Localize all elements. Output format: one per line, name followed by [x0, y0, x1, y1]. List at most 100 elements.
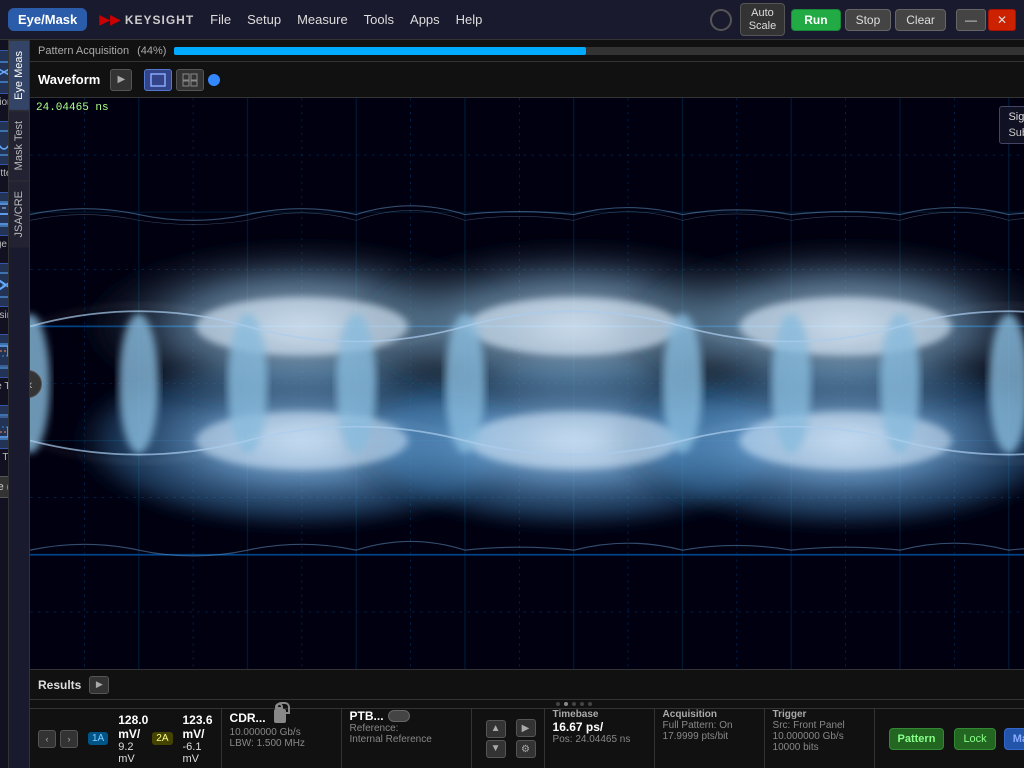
- status-acq-section: Acquisition Full Pattern: On 17.9999 pts…: [655, 709, 765, 768]
- content-area: Pattern Acquisition (44%) Waveform ▶: [30, 40, 1024, 768]
- pattern-button[interactable]: Pattern: [889, 728, 945, 750]
- waveform-title: Waveform: [38, 72, 100, 87]
- trigger-label: Trigger: [773, 709, 807, 720]
- dot-3: [572, 702, 576, 706]
- ch1-badge: 1A: [88, 732, 108, 745]
- dot-2: [564, 702, 568, 706]
- waveform-header: Waveform ▶: [30, 62, 1024, 98]
- sidebar-item-crossing-pct[interactable]: % Crossing %: [0, 259, 9, 326]
- status-cdr-section: CDR... 10.000000 Gb/s LBW: 1.500 MHz: [222, 709, 342, 768]
- signal-row: Sub[1A,2A]: [1008, 127, 1024, 139]
- status-ch-section: ‹ › 1A 128.0 mV/ 9.2 mV 2A 123.6 mV/ -6.…: [30, 709, 222, 768]
- wf-single-btn[interactable]: [144, 69, 172, 91]
- main-layout: -1/0 Extinction Ratio Jitter: [0, 40, 1024, 768]
- average-power-icon: [0, 192, 9, 236]
- autoscale-button[interactable]: Auto Scale: [740, 3, 786, 35]
- transport-up-button[interactable]: ▲: [486, 720, 506, 738]
- sidebar-item-average-power[interactable]: Average Power: [0, 188, 9, 255]
- tab-eye-meas[interactable]: Eye Meas: [9, 40, 29, 110]
- cdr-label: CDR...: [230, 711, 266, 725]
- status-timebase-section: Timebase 16.67 ps/ Pos: 24.04465 ns: [545, 709, 655, 768]
- menu-setup[interactable]: Setup: [247, 12, 281, 27]
- signals-header: Signals ▲: [1008, 111, 1024, 123]
- trigger-src: Src: Front Panel: [773, 720, 845, 731]
- status-ptb-section: PTB... Reference: Internal Reference: [342, 709, 472, 768]
- sidebar-item-jitter[interactable]: Jitter: [0, 117, 9, 184]
- signals-legend: Signals ▲ Sub[1A,2A]: [999, 106, 1024, 144]
- transport-extra-buttons: ▶ ⚙: [516, 719, 536, 758]
- sidebar: -1/0 Extinction Ratio Jitter: [0, 40, 9, 768]
- rise-time-icon: [0, 334, 9, 378]
- ptb-label: PTB...: [350, 709, 384, 723]
- fall-time-icon: [0, 405, 9, 449]
- ch2-v2: -6.1 mV: [183, 741, 213, 765]
- transport-down-button[interactable]: ▼: [486, 740, 506, 758]
- menu-file[interactable]: File: [210, 12, 231, 27]
- tabs-panel: Eye Meas Mask Test JSA/CRE: [9, 40, 30, 768]
- timebase-val: 16.67 ps/: [553, 720, 604, 734]
- run-button[interactable]: Run: [791, 9, 840, 31]
- app-logo[interactable]: Eye/Mask: [8, 8, 87, 31]
- sidebar-item-extinction-ratio[interactable]: -1/0 Extinction Ratio: [0, 46, 9, 113]
- menu-measure[interactable]: Measure: [297, 12, 348, 27]
- menu-help[interactable]: Help: [456, 12, 483, 27]
- wf-grid-btn[interactable]: [176, 69, 204, 91]
- results-bar: Results ▶ ⌃⌃ 📌: [30, 670, 1024, 700]
- pattern-acquisition-progress: [174, 47, 1024, 55]
- ptb-internal: Internal Reference: [350, 734, 432, 745]
- ptb-ref: Reference:: [350, 723, 399, 734]
- dot-5: [588, 702, 592, 706]
- ch2-values: 123.6 mV/ -6.1 mV: [183, 713, 213, 765]
- acq-mode: Full Pattern: On: [663, 720, 733, 731]
- extinction-ratio-icon: -1/0: [0, 50, 9, 94]
- menu-apps[interactable]: Apps: [410, 12, 440, 27]
- pattern-acquisition-pct: (44%): [137, 45, 166, 57]
- status-bar: ‹ › 1A 128.0 mV/ 9.2 mV 2A 123.6 mV/ -6.…: [30, 708, 1024, 768]
- crossing-pct-icon: %: [0, 263, 9, 307]
- ch-next-button[interactable]: ›: [60, 730, 78, 748]
- eye-diagram-canvas: [30, 98, 1024, 669]
- pattern-acquisition-label: Pattern Acquisition: [38, 45, 129, 57]
- more-button[interactable]: More (1/3): [0, 476, 9, 498]
- results-play-button[interactable]: ▶: [89, 676, 109, 694]
- trigger-bits: 10000 bits: [773, 742, 819, 753]
- stop-button[interactable]: Stop: [845, 9, 892, 31]
- wf-dot-indicator: [208, 74, 220, 86]
- trigger-gbps: 10.000000 Gb/s: [773, 731, 844, 742]
- tab-mask-test[interactable]: Mask Test: [9, 110, 29, 180]
- waveform-display: 24.04465 ns Signals ▲ Sub[1A,2A] ◄ F1 ‹‹: [30, 98, 1024, 670]
- menu-tools[interactable]: Tools: [364, 12, 394, 27]
- timebase-label: Timebase: [553, 709, 599, 720]
- waveform-play-button[interactable]: ▶: [110, 69, 132, 91]
- status-trigger-section: Trigger Src: Front Panel 10.000000 Gb/s …: [765, 709, 875, 768]
- signal-name: Sub[1A,2A]: [1008, 127, 1024, 139]
- sidebar-item-rise-time[interactable]: Rise Time: [0, 330, 9, 397]
- clear-button[interactable]: Clear: [895, 9, 946, 31]
- dot-1: [556, 702, 560, 706]
- close-button[interactable]: ✕: [988, 9, 1016, 31]
- channel-buttons: ‹ ›: [38, 730, 78, 748]
- ch-prev-button[interactable]: ‹: [38, 730, 56, 748]
- tab-jsa-cre[interactable]: JSA/CRE: [9, 180, 29, 247]
- rise-time-label: Rise Time: [0, 381, 9, 393]
- average-power-label: Average Power: [0, 239, 9, 251]
- crossing-pct-label: Crossing %: [0, 310, 9, 322]
- pattern-acquisition-fill: [174, 47, 585, 55]
- acq-label: Acquisition: [663, 709, 717, 720]
- results-label: Results: [38, 678, 81, 692]
- signals-label: Signals: [1008, 111, 1024, 123]
- fall-time-label: Fall Time: [0, 452, 9, 464]
- math-button[interactable]: Math: [1004, 728, 1024, 750]
- cdr-lbw: LBW: 1.500 MHz: [230, 738, 305, 749]
- minimize-button[interactable]: —: [956, 9, 986, 31]
- jitter-icon: [0, 121, 9, 165]
- transport-settings-button[interactable]: ⚙: [516, 740, 536, 758]
- status-action-section: Pattern Lock Math Signals: [875, 709, 1024, 768]
- transport-play-button[interactable]: ▶: [516, 719, 536, 737]
- ptb-toggle[interactable]: [388, 710, 410, 722]
- cdr-gbps: 10.000000 Gb/s: [230, 727, 301, 738]
- status-transport-section: ▲ ▼ ▶ ⚙: [472, 709, 545, 768]
- lock-button[interactable]: Lock: [954, 728, 995, 750]
- sidebar-item-fall-time[interactable]: Fall Time: [0, 401, 9, 468]
- acq-rate: 17.9999 pts/bit: [663, 731, 729, 742]
